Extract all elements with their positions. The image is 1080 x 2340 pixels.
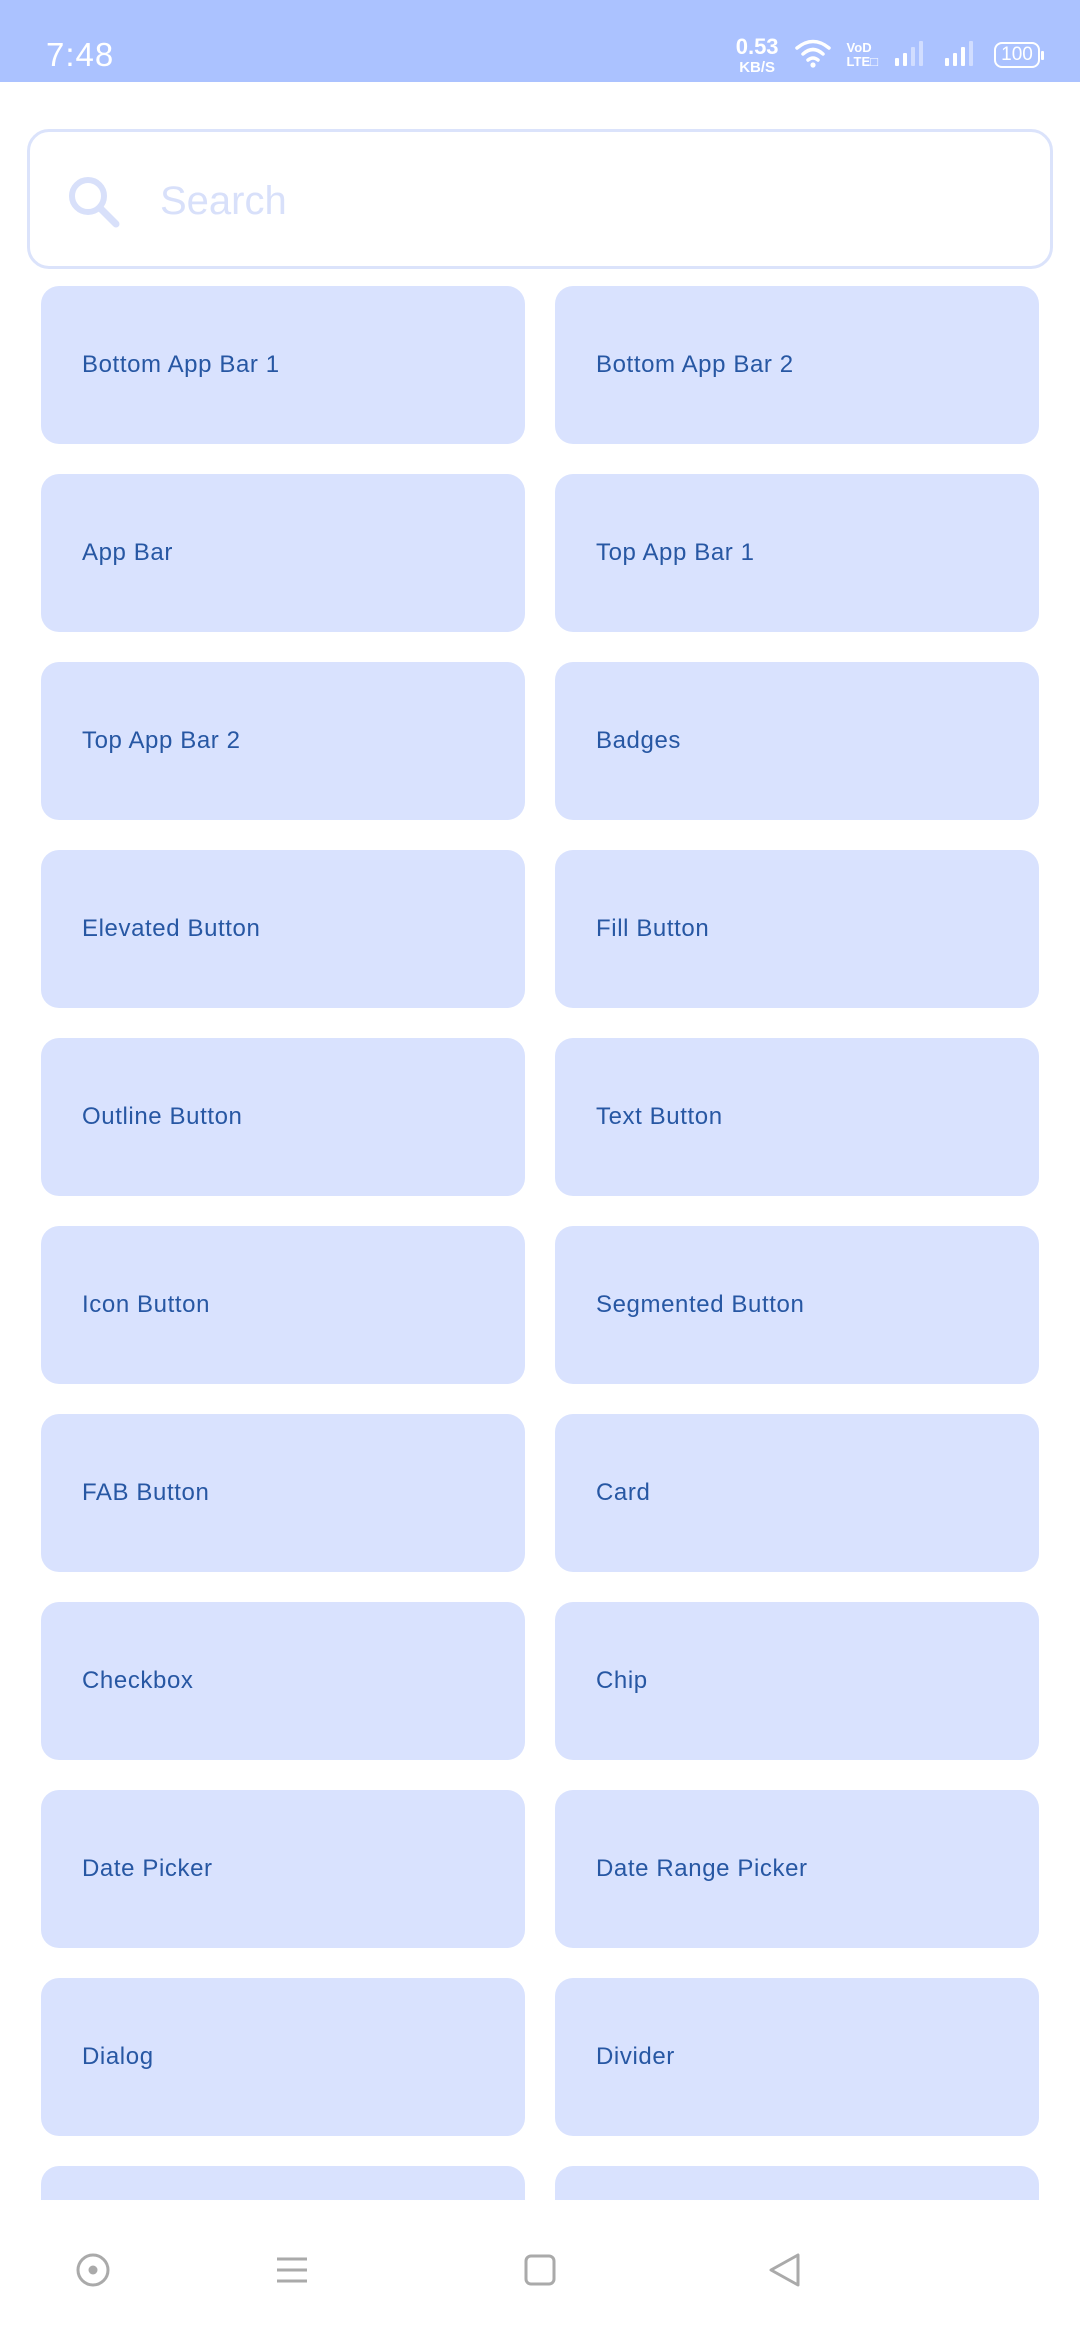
navigation-bar: [0, 2200, 1080, 2340]
component-card[interactable]: Fill Button: [555, 850, 1039, 1008]
volte-bottom-label: LTE□: [846, 54, 878, 69]
component-card[interactable]: Segmented Button: [555, 1226, 1039, 1384]
component-card[interactable]: Dialog: [41, 1978, 525, 2136]
component-card[interactable]: Date Range Picker: [555, 1790, 1039, 1948]
status-bar: 7:48 0.53 KB/S VoD LTE□ 100: [0, 0, 1080, 82]
battery-icon: 100: [994, 42, 1044, 68]
search-input[interactable]: [158, 162, 1022, 240]
volte-top-label: VoD: [846, 40, 872, 56]
component-card[interactable]: FAB Button: [41, 1414, 525, 1572]
component-card[interactable]: Top App Bar 1: [555, 474, 1039, 632]
volte-indicator: VoD LTE□: [847, 41, 878, 68]
search-bar[interactable]: [27, 129, 1053, 269]
component-card[interactable]: Top App Bar 2: [41, 662, 525, 820]
component-card[interactable]: Icon Button: [41, 1226, 525, 1384]
battery-level: 100: [1001, 44, 1033, 65]
component-card[interactable]: Divider: [555, 1978, 1039, 2136]
network-speed-unit: KB/S: [739, 58, 776, 76]
component-card[interactable]: [41, 2166, 525, 2200]
network-speed-value: 0.53: [735, 33, 779, 59]
component-card[interactable]: [555, 2166, 1039, 2200]
component-card[interactable]: Card: [555, 1414, 1039, 1572]
component-card[interactable]: Elevated Button: [41, 850, 525, 1008]
menu-icon[interactable]: [262, 2240, 322, 2300]
component-card[interactable]: App Bar: [41, 474, 525, 632]
component-card[interactable]: Outline Button: [41, 1038, 525, 1196]
circle-dot-icon[interactable]: [63, 2240, 123, 2300]
component-card[interactable]: Bottom App Bar 2: [555, 286, 1039, 444]
component-card[interactable]: Bottom App Bar 1: [41, 286, 525, 444]
component-card[interactable]: Text Button: [555, 1038, 1039, 1196]
search-icon: [64, 172, 124, 232]
wifi-icon: [794, 38, 831, 73]
component-card[interactable]: Date Picker: [41, 1790, 525, 1948]
status-time: 7:48: [46, 36, 115, 73]
status-indicators: 0.53 KB/S VoD LTE□ 100: [735, 30, 1044, 80]
square-icon[interactable]: [510, 2240, 570, 2300]
component-card[interactable]: Badges: [555, 662, 1039, 820]
network-speed: 0.53 KB/S: [735, 33, 779, 76]
component-card[interactable]: Chip: [555, 1602, 1039, 1760]
back-triangle-icon[interactable]: [755, 2240, 815, 2300]
signal-icon: [944, 40, 978, 71]
signal-icon: [894, 40, 928, 71]
component-card[interactable]: Checkbox: [41, 1602, 525, 1760]
component-grid: Bottom App Bar 1 Bottom App Bar 2 App Ba…: [41, 286, 1039, 2200]
